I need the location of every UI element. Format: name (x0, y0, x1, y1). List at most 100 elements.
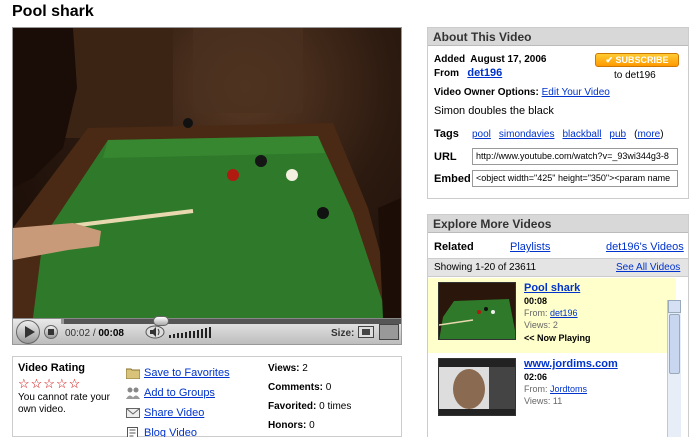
embed-field[interactable]: <object width="425" height="350"><param … (472, 170, 678, 187)
video-frame[interactable] (13, 28, 401, 318)
video-title-link[interactable]: www.jordims.com (524, 358, 618, 370)
video-player[interactable]: 00:02 / 00:08 Size: (12, 27, 402, 345)
tag-link[interactable]: simondavies (499, 129, 555, 140)
cue-ball (286, 169, 298, 181)
size-label: Size: (331, 328, 355, 339)
tags-label: Tags (434, 128, 459, 140)
owner-options: Video Owner Options: Edit Your Video (434, 87, 610, 98)
scrollbar-thumb[interactable] (669, 314, 680, 374)
rating-note: You cannot rate your own video. (18, 392, 110, 415)
video-views: Views: 11 (524, 396, 562, 406)
comments-label: Comments: (268, 382, 324, 393)
scroll-up-arrow-icon[interactable] (668, 300, 681, 313)
current-time: 00:02 (65, 328, 91, 339)
views-count: 11 (552, 396, 563, 406)
video-owner-link[interactable]: det196 (550, 308, 578, 318)
added-date: August 17, 2006 (470, 54, 547, 65)
tab-channel-videos[interactable]: det196's Videos (606, 241, 684, 253)
added-line: Added August 17, 2006 (434, 54, 546, 65)
video-actions: Save to Favorites Add to Groups Share Vi… (126, 363, 230, 437)
video-thumbnail[interactable] (438, 358, 516, 416)
total-duration: 00:08 (98, 328, 124, 339)
see-all-videos-link[interactable]: See All Videos (616, 262, 680, 273)
from-user-link[interactable]: det196 (467, 67, 502, 79)
embed-label: Embed (434, 172, 471, 185)
video-thumbnail[interactable] (438, 282, 516, 340)
tab-playlists[interactable]: Playlists (510, 241, 550, 253)
favorited-label: Favorited: (268, 401, 317, 412)
time-readout: 00:02 / 00:08 (65, 328, 124, 339)
share-video[interactable]: Share Video (126, 403, 230, 423)
black-ball (255, 155, 267, 167)
volume-icon[interactable] (145, 325, 165, 339)
red-ball (227, 169, 239, 181)
list-item[interactable]: Pool shark 00:08 From: det196 Views: 2 <… (428, 278, 676, 353)
honors-count: 0 (309, 420, 315, 431)
progress-fill (61, 319, 65, 324)
views-label: Views: (524, 320, 551, 330)
video-from: From: Jordtoms (524, 384, 587, 394)
time-separator: / (92, 328, 96, 339)
subscribe-button[interactable]: ✔ SUBSCRIBE (595, 53, 679, 67)
explore-header: Explore More Videos (428, 215, 688, 233)
views-count: 2 (552, 320, 558, 330)
views-count: 2 (302, 363, 308, 374)
video-title-link[interactable]: Pool shark (524, 282, 580, 294)
stop-button[interactable] (44, 325, 58, 339)
fullscreen-icon[interactable] (379, 324, 399, 340)
video-duration: 00:08 (524, 296, 548, 306)
about-panel: About This Video Added August 17, 2006 F… (427, 27, 689, 199)
blog-video[interactable]: Blog Video (126, 423, 230, 437)
tag-link[interactable]: blackball (563, 129, 602, 140)
views-label: Views: (524, 396, 551, 406)
video-stats: Views: 2 Comments: 0 Favorited: 0 times … (268, 363, 351, 437)
views-label: Views: (268, 363, 300, 374)
blog-video-link[interactable]: Blog Video (144, 427, 197, 437)
video-owner-link[interactable]: Jordtoms (550, 384, 587, 394)
about-body: Added August 17, 2006 From det196 ✔ SUBS… (428, 46, 688, 196)
subscribe-to: to det196 (614, 70, 656, 81)
video-from: From: det196 (524, 308, 578, 318)
add-to-groups-link[interactable]: Add to Groups (144, 387, 215, 399)
embed-row: Embed <object width="425" height="350"><… (434, 170, 678, 187)
volume-slider[interactable] (169, 327, 219, 338)
from-label: From: (524, 384, 548, 394)
video-views: Views: 2 (524, 320, 558, 330)
tab-related[interactable]: Related (434, 241, 474, 253)
rating-title: Video Rating (18, 362, 86, 374)
tag-link[interactable]: pub (609, 129, 626, 140)
url-field[interactable]: http://www.youtube.com/watch?v=_93wi344g… (472, 148, 678, 165)
results-bar: Showing 1-20 of 23611 See All Videos (428, 259, 688, 277)
more-tags: (more) (634, 129, 664, 140)
play-button[interactable] (16, 320, 40, 344)
normal-size-icon[interactable] (358, 326, 374, 338)
list-scrollbar[interactable] (667, 300, 681, 437)
favorited-count: 0 times (319, 401, 352, 412)
thumbnail-image (439, 283, 515, 339)
add-to-groups[interactable]: Add to Groups (126, 383, 230, 403)
from-line: From det196 (434, 67, 502, 79)
comments-count: 0 (325, 382, 332, 393)
url-row: URL http://www.youtube.com/watch?v=_93wi… (434, 148, 678, 165)
added-label: Added (434, 54, 466, 65)
edit-video-link[interactable]: Edit Your Video (542, 87, 610, 98)
video-still (13, 28, 401, 318)
group-icon (126, 387, 140, 399)
honors-label: Honors: (268, 420, 307, 431)
blog-icon (127, 427, 138, 437)
related-video-list: Pool shark 00:08 From: det196 Views: 2 <… (428, 277, 688, 437)
explore-tabs: Related Playlists det196's Videos (428, 233, 688, 259)
save-to-favorites[interactable]: Save to Favorites (126, 363, 230, 383)
list-item[interactable]: www.jordims.com 02:06 From: Jordtoms Vie… (428, 354, 676, 429)
rating-box: Video Rating ☆☆☆☆☆ You cannot rate your … (18, 362, 118, 416)
tag-link[interactable]: pool (472, 129, 491, 140)
more-tags-link[interactable]: more (637, 129, 660, 140)
owner-options-label: Video Owner Options: (434, 87, 539, 98)
save-to-favorites-link[interactable]: Save to Favorites (144, 367, 230, 379)
page-title: Pool shark (12, 3, 94, 20)
progress-track[interactable] (61, 319, 401, 324)
player-controls: 00:02 / 00:08 Size: (13, 316, 401, 344)
video-duration: 02:06 (524, 372, 548, 382)
tags-row: Tags pool simondavies blackball pub (mor… (434, 128, 664, 140)
share-video-link[interactable]: Share Video (144, 407, 204, 419)
